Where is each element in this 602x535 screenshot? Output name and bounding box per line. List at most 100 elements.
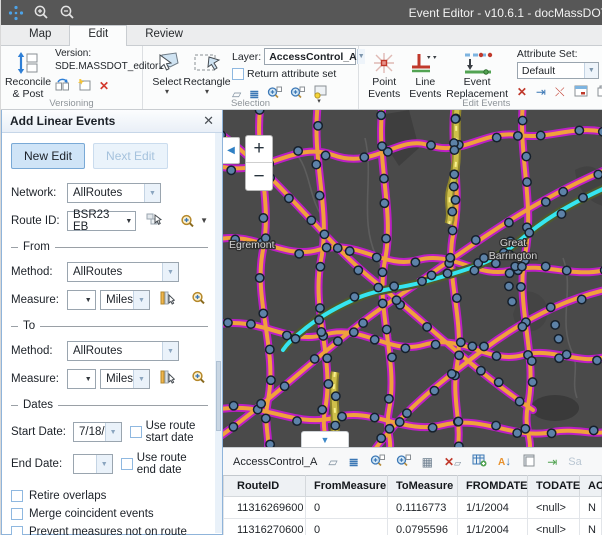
next-edit-button: Next Edit <box>93 143 168 169</box>
select-icon <box>154 50 180 76</box>
merge-event-icon[interactable]: ⤬ <box>555 86 565 98</box>
layer-label: Layer: <box>232 51 261 63</box>
cell-routeid[interactable]: 11316269600 <box>224 497 306 519</box>
map-zoom-in-button[interactable]: + <box>246 136 272 163</box>
start-date-dropdown[interactable]: 7/18/ ▼ <box>73 422 122 442</box>
split-event-icon[interactable]: ✕ <box>517 86 527 98</box>
cell-fromdate[interactable]: 1/1/2004 <box>458 497 528 519</box>
new-version-icon[interactable] <box>77 78 92 93</box>
network-dropdown: AllRoutes ▼ <box>67 183 161 203</box>
attribute-table: RouteID FromMeasure ToMeasure FROMDATE T… <box>223 475 602 535</box>
merge-coincident-events-checkbox[interactable] <box>11 508 23 520</box>
return-attribute-set-checkbox[interactable] <box>232 68 244 80</box>
table-select-shape-icon[interactable]: ▱ <box>328 456 337 468</box>
tab-review[interactable]: Review <box>127 25 201 45</box>
event-replacement-button[interactable]: Event Replacement <box>445 48 509 102</box>
layer-dropdown[interactable]: AccessControl_A ▼ <box>264 48 356 65</box>
cell-todate[interactable]: <null> <box>528 497 580 519</box>
table-pan-selected-icon[interactable] <box>396 454 411 469</box>
table-add-records-icon[interactable] <box>472 454 487 469</box>
to-measure-dropdown[interactable]: ▼ <box>67 369 96 389</box>
route-id-dropdown[interactable]: BSR23 EB ▼ <box>67 211 136 231</box>
route-id-value: BSR23 EB <box>73 209 122 233</box>
collapse-table-button[interactable]: ▼ <box>301 431 349 447</box>
line-events-icon <box>410 50 440 76</box>
delete-version-icon[interactable]: ✕ <box>99 80 109 92</box>
pan-icon[interactable] <box>8 5 24 21</box>
zoom-route-menu-icon[interactable]: ▼ <box>180 214 208 229</box>
collapse-panel-arrow-button[interactable]: ◀ <box>223 137 240 164</box>
table-rows-icon[interactable]: ≣ <box>349 456 359 468</box>
col-todate[interactable]: TODATE <box>528 476 580 497</box>
col-fromdate[interactable]: FROMDATE <box>458 476 528 497</box>
cell-tomeasure[interactable]: 0.1116773 <box>388 497 458 519</box>
col-tomeasure[interactable]: ToMeasure <box>388 476 458 497</box>
panel-header: Add Linear Events ✕ <box>2 110 222 133</box>
from-measure-dropdown[interactable]: ▼ <box>67 290 96 310</box>
attribute-set-dropdown[interactable]: Default ▼ <box>517 62 599 79</box>
table-sort-icon[interactable]: A↓ <box>498 455 511 468</box>
to-pick-measure-icon[interactable] <box>159 370 175 389</box>
cell-frommeasure[interactable]: 0 <box>306 497 388 519</box>
panel-close-icon[interactable]: ✕ <box>203 113 214 129</box>
zoom-out-tool-icon[interactable] <box>59 4 76 21</box>
panel-scrollbar[interactable] <box>215 133 222 533</box>
rectangle-select-button[interactable]: Rectangle ▾ <box>187 48 227 98</box>
col-accesscontrol[interactable]: AC <box>580 476 602 497</box>
end-date-dropdown[interactable]: ▼ <box>73 454 113 474</box>
col-routeid[interactable]: RouteID <box>224 476 306 497</box>
line-events-button[interactable]: Line Events <box>405 48 445 102</box>
from-pick-measure-icon[interactable] <box>159 291 175 310</box>
pick-route-on-map-icon[interactable] <box>146 212 162 231</box>
table-paste-icon[interactable] <box>522 454 536 469</box>
table-save-label: Sa <box>568 456 581 468</box>
zoom-in-tool-icon[interactable] <box>33 4 50 21</box>
panel-scrollbar-thumb[interactable] <box>216 361 221 431</box>
stacked-windows-icon[interactable] <box>597 85 602 99</box>
cell-fromdate[interactable]: 1/1/2004 <box>458 519 528 535</box>
to-unit-value: Miles <box>106 373 133 385</box>
use-route-start-date-checkbox[interactable] <box>130 426 142 438</box>
point-events-button[interactable]: Point Events <box>363 48 405 102</box>
to-zoom-measure-icon[interactable] <box>191 370 208 389</box>
tab-map[interactable]: Map <box>11 25 69 45</box>
table-calculate-icon[interactable]: ▦ <box>422 456 433 468</box>
network-dropdown-arrow-icon: ▼ <box>144 184 160 202</box>
tab-edit[interactable]: Edit <box>69 25 127 46</box>
select-button[interactable]: Select ▾ <box>147 48 187 98</box>
ribbon-section-edit-events: Point Events Line Events <box>359 46 602 109</box>
cell-tomeasure[interactable]: 0.0795596 <box>388 519 458 535</box>
from-zoom-measure-icon[interactable] <box>191 291 208 310</box>
table-layer-name: AccessControl_A <box>233 456 317 468</box>
cell-todate[interactable]: <null> <box>528 519 580 535</box>
cell-accesscontrol[interactable]: N <box>580 497 602 519</box>
retire-overlaps-checkbox[interactable] <box>11 490 23 502</box>
table-header-row: RouteID FromMeasure ToMeasure FROMDATE T… <box>224 476 602 497</box>
event-window-icon[interactable] <box>574 85 588 99</box>
map-view[interactable]: Egremont Great Barrington ◀ + − ▼ <box>223 110 602 447</box>
start-date-value: 7/18/ <box>79 426 105 438</box>
to-method-label: Method: <box>11 345 63 357</box>
cell-accesscontrol[interactable]: N <box>580 519 602 535</box>
retire-overlaps-label: Retire overlaps <box>29 490 106 502</box>
use-route-end-date-checkbox[interactable] <box>121 458 133 470</box>
dates-section-separator: Dates <box>11 399 208 411</box>
map-zoom-out-button[interactable]: − <box>246 163 272 190</box>
reconcile-post-button[interactable]: Reconcile & Post <box>5 48 51 102</box>
table-zoom-selected-icon[interactable] <box>370 454 385 469</box>
measure-range-icon[interactable]: ⇥ <box>536 86 546 98</box>
table-row[interactable]: 11316269600 0 0.1116773 1/1/2004 <null> … <box>224 497 602 519</box>
versioning-section-label: Versioning <box>1 98 142 109</box>
label-egremont: Egremont <box>229 239 275 251</box>
table-clear-selection-icon[interactable]: ✕▱ <box>444 456 461 468</box>
prevent-measures-checkbox[interactable] <box>11 526 23 535</box>
point-events-icon <box>371 50 397 76</box>
col-frommeasure[interactable]: FromMeasure <box>306 476 388 497</box>
refresh-version-icon[interactable] <box>55 78 70 93</box>
table-row[interactable]: 11316270600 0 0.0795596 1/1/2004 <null> … <box>224 519 602 535</box>
cell-routeid[interactable]: 11316270600 <box>224 519 306 535</box>
map-canvas[interactable]: Egremont Great Barrington <box>223 110 602 447</box>
new-edit-button[interactable]: New Edit <box>11 143 85 169</box>
cell-frommeasure[interactable]: 0 <box>306 519 388 535</box>
table-measure-icon[interactable]: ⇥ <box>547 456 557 468</box>
